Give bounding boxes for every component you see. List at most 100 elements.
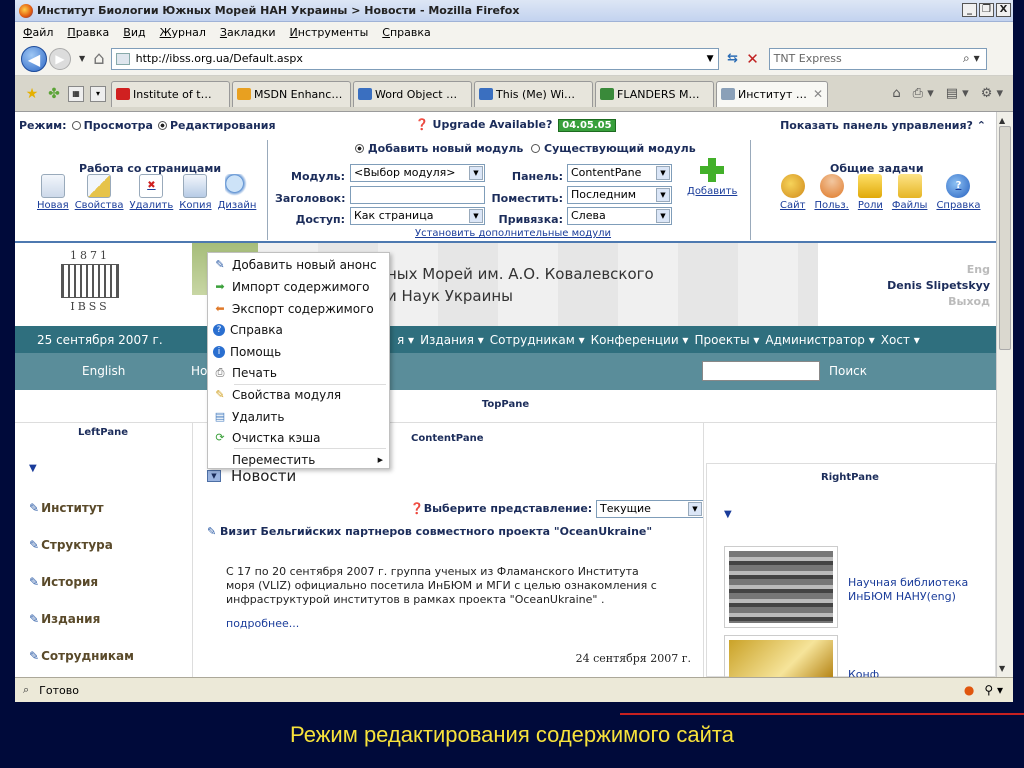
show-panel-toggle[interactable]: Показать панель управления? ⌃: [780, 119, 986, 132]
menu-move[interactable]: Переместить ▶: [208, 449, 389, 470]
eng-link[interactable]: Eng: [967, 263, 990, 276]
search-box[interactable]: TNT Express ⌕ ▾: [768, 47, 987, 70]
tab-word-object[interactable]: Word Object …: [353, 80, 472, 107]
access-select[interactable]: Как страница ▼: [350, 207, 485, 225]
library-link[interactable]: Научная библиотека ИнБЮМ НАНУ(eng): [848, 576, 978, 604]
maximize-button[interactable]: ❐: [979, 3, 994, 17]
scroll-down-icon[interactable]: ▼: [999, 664, 1005, 673]
page-delete-button[interactable]: ✖ Удалить: [130, 174, 173, 211]
forward-button[interactable]: ▶: [49, 47, 71, 70]
tab-institut-active[interactable]: Институт … ✕: [716, 80, 828, 107]
page-design-button[interactable]: Дизайн: [218, 174, 256, 211]
align-select[interactable]: Слева ▼: [567, 207, 672, 225]
menu-tools[interactable]: Инструменты: [290, 26, 369, 39]
menu-import[interactable]: ➡ Импорт содержимого: [208, 276, 389, 297]
left-menu-item[interactable]: ✎ Институт: [29, 501, 104, 515]
print-icon[interactable]: ⎙ ▾: [913, 86, 934, 101]
menu-view[interactable]: Вид: [123, 26, 145, 39]
site-button[interactable]: Сайт: [780, 174, 805, 211]
zoom-icon[interactable]: ⚲ ▾: [984, 683, 1003, 697]
address-bar[interactable]: http://ibss.org.ua/Default.aspx ▼: [110, 47, 719, 70]
nav-item-konferentsii[interactable]: Конференции ▾: [591, 333, 689, 347]
menu-print[interactable]: ⎙ Печать: [208, 362, 389, 383]
page-copy-button[interactable]: Копия: [179, 174, 212, 211]
existing-module-radio[interactable]: [531, 144, 541, 153]
left-menu-item[interactable]: ✎ Издания: [29, 612, 100, 626]
mode-view-radio[interactable]: [71, 121, 81, 130]
scroll-thumb[interactable]: [999, 126, 1011, 350]
back-button[interactable]: ◀: [21, 45, 47, 72]
module-menu-icon[interactable]: ▼: [207, 470, 221, 482]
install-modules-link[interactable]: Установить дополнительные модули: [415, 228, 611, 239]
search-button[interactable]: Поиск: [829, 364, 867, 378]
history-dropdown-icon[interactable]: ▼: [79, 54, 85, 63]
menu-file[interactable]: Файл: [23, 26, 53, 39]
conference-image[interactable]: [724, 635, 838, 677]
stop-icon[interactable]: ✕: [743, 50, 763, 68]
left-menu-item[interactable]: ✎ История: [29, 575, 98, 589]
nav-item-proekty[interactable]: Проекты ▾: [694, 333, 759, 347]
page-new-button[interactable]: Новая: [37, 174, 69, 211]
star-icon[interactable]: ★: [21, 86, 43, 102]
home-link[interactable]: Но: [191, 364, 207, 378]
search-icon[interactable]: ⌕ ▾: [963, 51, 980, 66]
minimize-button[interactable]: _: [962, 3, 977, 17]
nav-item-sotrudnikam[interactable]: Сотрудникам ▾: [490, 333, 585, 347]
close-button[interactable]: X: [996, 3, 1011, 17]
help-button[interactable]: ? Справка: [936, 174, 981, 211]
mode-edit-radio[interactable]: [157, 121, 167, 130]
page-properties-button[interactable]: Свойства: [75, 174, 124, 211]
left-menu-item[interactable]: ✎ Сотрудникам: [29, 649, 134, 663]
go-icon[interactable]: ⇆: [723, 51, 743, 66]
menu-delete[interactable]: ▤ Удалить: [208, 406, 389, 427]
library-image[interactable]: [724, 546, 838, 628]
nav-item-izdaniya[interactable]: Издания ▾: [420, 333, 484, 347]
tab-flanders[interactable]: FLANDERS M…: [595, 80, 714, 107]
users-button[interactable]: Польз.: [814, 174, 849, 211]
left-pane-menu-icon[interactable]: ▼: [29, 463, 37, 474]
files-button[interactable]: Файлы: [892, 174, 927, 211]
user-name[interactable]: Denis Slipetskyy: [887, 279, 990, 292]
menu-assist[interactable]: i Помощь: [208, 341, 389, 362]
tab-institute[interactable]: Institute of t…: [111, 80, 230, 107]
logout-link[interactable]: Выход: [948, 295, 990, 308]
tab-list-icon[interactable]: ▦: [68, 85, 84, 102]
roles-button[interactable]: Роли: [858, 174, 883, 211]
tab-this-me[interactable]: This (Me) Wi…: [474, 80, 593, 107]
menu-help[interactable]: Справка: [382, 26, 430, 39]
nav-item-partial[interactable]: я ▾: [397, 333, 414, 347]
conference-link[interactable]: Конф: [848, 668, 879, 677]
module-select[interactable]: <Выбор модуля> ▼: [350, 164, 485, 182]
firefox-status-icon[interactable]: ●: [964, 683, 974, 697]
tab-msdn[interactable]: MSDN Enhanc…: [232, 80, 351, 107]
tab-close-icon[interactable]: ✕: [813, 87, 823, 101]
scroll-up-icon[interactable]: ▲: [999, 116, 1005, 125]
menu-module-settings[interactable]: ✎ Свойства модуля: [208, 384, 389, 405]
english-link[interactable]: English: [82, 364, 125, 378]
menu-export[interactable]: ⬅ Экспорт содержимого: [208, 298, 389, 319]
title-input[interactable]: [350, 186, 485, 204]
insert-select[interactable]: Последним ▼: [567, 186, 672, 204]
more-link[interactable]: подробнее...: [226, 617, 299, 630]
menu-clear-cache[interactable]: ⟳ Очистка кэша: [208, 427, 389, 448]
add-new-module-radio[interactable]: [355, 144, 364, 153]
view-select[interactable]: Текущие ▼: [596, 500, 704, 518]
news-headline[interactable]: ✎ Визит Бельгийских партнеров совместног…: [207, 525, 652, 538]
site-search-input[interactable]: [702, 361, 820, 381]
home-icon[interactable]: ⌂: [93, 48, 104, 69]
pane-select[interactable]: ContentPane ▼: [567, 164, 672, 182]
nav-item-administrator[interactable]: Администратор ▾: [765, 333, 874, 347]
nav-item-host[interactable]: Хост ▾: [881, 333, 920, 347]
menu-edit[interactable]: Правка: [67, 26, 109, 39]
ibss-logo[interactable]: 1871 IBSS: [53, 249, 127, 321]
upgrade-notice[interactable]: ❓ Upgrade Available? 04.05.05: [415, 118, 616, 132]
vertical-scrollbar[interactable]: ▲ ▼: [996, 112, 1013, 677]
page-menu-icon[interactable]: ▤ ▾: [946, 86, 969, 101]
url-dropdown-icon[interactable]: ▼: [707, 54, 714, 64]
menu-history[interactable]: Журнал: [160, 26, 206, 39]
right-pane-menu-icon[interactable]: ▼: [724, 509, 732, 520]
add-module-button[interactable]: Добавить: [687, 158, 737, 197]
left-menu-item[interactable]: ✎ Структура: [29, 538, 113, 552]
settings-icon[interactable]: ⚙ ▾: [981, 86, 1003, 101]
home-toolbar-icon[interactable]: ⌂: [892, 86, 900, 101]
